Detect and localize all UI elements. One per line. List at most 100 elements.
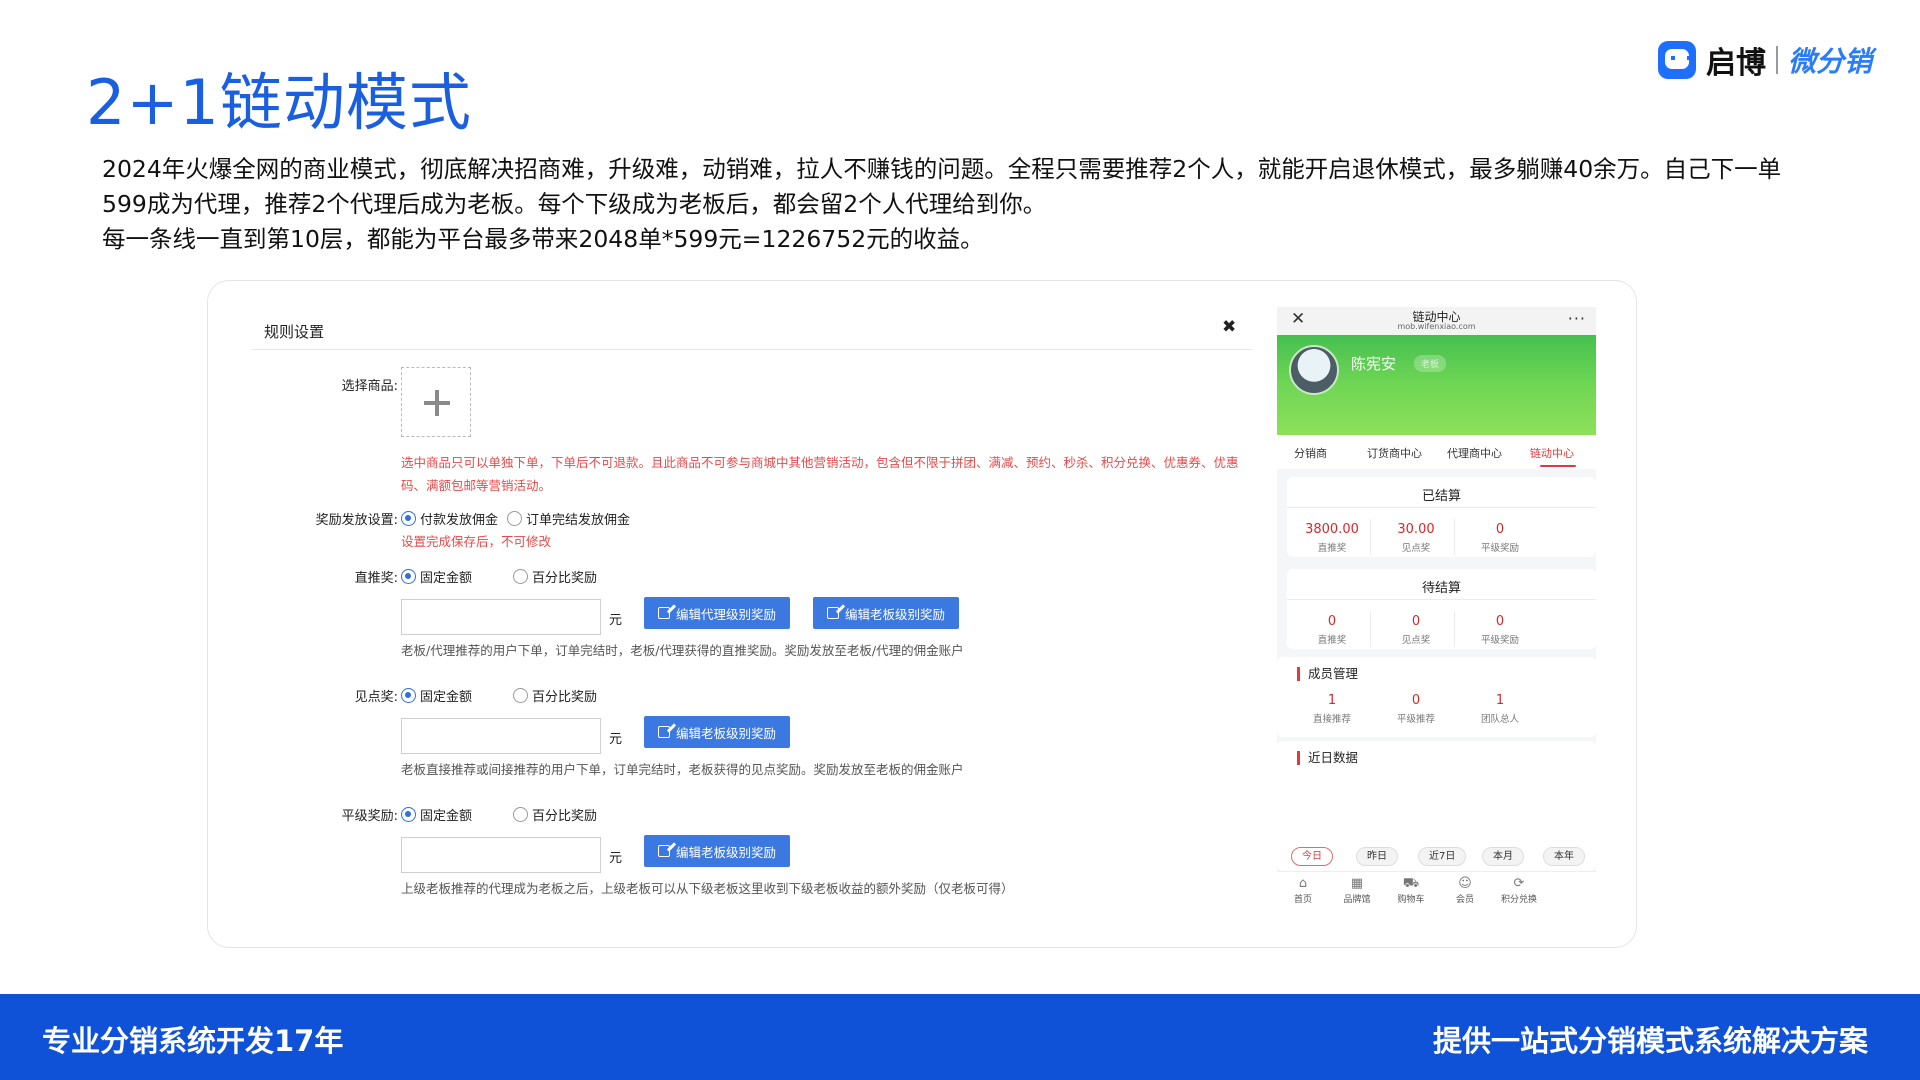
button-label: 编辑代理级别奖励 [676, 606, 777, 622]
radio-pay-commission[interactable]: 付款发放佣金 [401, 509, 498, 528]
brand-subtitle: 微分销 [1787, 45, 1872, 78]
user-name: 陈宪安 [1351, 355, 1397, 373]
radio-label: 固定金额 [420, 809, 473, 824]
home-icon: ⌂ [1298, 876, 1308, 891]
radio-unchecked-icon [513, 569, 528, 584]
level-percent-radio[interactable]: 百分比奖励 [513, 805, 597, 824]
level-reward-help: 上级老板推荐的代理成为老板之后，上级老板可以从下级老板这里收到下级老板收益的额外… [401, 881, 1014, 896]
chip-last-7-days[interactable]: 近7日 [1418, 847, 1467, 866]
chip-yesterday[interactable]: 昨日 [1356, 847, 1398, 866]
pending-point-label: 见点奖 [1401, 635, 1431, 646]
level-fixed-radio[interactable]: 固定金额 [401, 805, 472, 824]
level-unit: 元 [609, 851, 623, 866]
direct-percent-radio[interactable]: 百分比奖励 [513, 567, 597, 586]
slide-title: 2+1链动模式 [86, 66, 472, 139]
members-card: 成员管理 1 直接推荐 0 平级推荐 1 团队总人 [1277, 657, 1596, 737]
radio-label: 百分比奖励 [532, 571, 598, 586]
tab-distributor[interactable]: 分销商 [1294, 445, 1327, 461]
pending-card: 待结算 0 直推奖 0 见点奖 0 平级奖励 [1287, 569, 1596, 649]
point-reward-help: 老板直接推荐或间接推荐的用户下单，订单完结时，老板获得的见点奖励。奖励发放至老板… [401, 762, 964, 777]
radio-checked-icon [401, 807, 416, 822]
pending-title: 待结算 [1421, 581, 1461, 596]
radio-unchecked-icon [513, 807, 528, 822]
members-title: 成员管理 [1297, 667, 1358, 681]
tab-agent-center[interactable]: 代理商中心 [1447, 445, 1502, 461]
user-role-badge: 老板 [1414, 355, 1447, 372]
intro-line: 2024年火爆全网的商业模式，彻底解决招商难，升级难，动销难，拉人不赚钱的问题。… [102, 155, 1782, 183]
reward-note: 设置完成保存后，不可修改 [401, 534, 552, 549]
level-edit-boss-level-reward-button[interactable]: 编辑老板级别奖励 [644, 835, 791, 867]
tab-order-center[interactable]: 订货商中心 [1367, 445, 1422, 461]
edit-agent-level-reward-button[interactable]: 编辑代理级别奖励 [644, 597, 791, 629]
intro-line: 599成为代理，推荐2个代理后成为老板。每个下级成为老板后，都会留2个人代理给到… [102, 190, 1047, 218]
radio-label: 固定金额 [420, 571, 473, 586]
screenshot-panel: 规则设置 ✖ 选择商品: 选中商品只可以单独下单，下单后不可退款。且此商品不可参… [207, 280, 1637, 948]
nav-member[interactable]: ☺ 会员 [1439, 876, 1491, 905]
direct-unit: 元 [609, 613, 623, 628]
nav-cart[interactable]: ⛟ 购物车 [1385, 876, 1437, 905]
radio-unchecked-icon [513, 688, 528, 703]
brand-chat-icon [1657, 41, 1696, 79]
close-icon[interactable]: ✖ [1222, 317, 1236, 337]
card-divider [1287, 507, 1596, 508]
chip-today[interactable]: 今日 [1291, 847, 1333, 866]
edit-icon [827, 607, 839, 619]
radio-label: 付款发放佣金 [420, 513, 499, 528]
nav-brand-hall[interactable]: ▦ 品牌馆 [1331, 876, 1383, 905]
brand-logo: 启博 微分销 [1657, 38, 1872, 82]
edit-icon [658, 845, 670, 857]
point-unit: 元 [609, 732, 623, 747]
radio-order-complete-commission[interactable]: 订单完结发放佣金 [507, 509, 630, 528]
brand-divider [1775, 46, 1778, 74]
avatar[interactable] [1289, 345, 1339, 395]
pending-direct-label: 直推奖 [1317, 635, 1347, 646]
pending-point-value: 0 [1411, 614, 1421, 629]
settled-point-label: 见点奖 [1401, 543, 1431, 554]
product-upload-button[interactable] [401, 367, 471, 437]
member-icon: ☺ [1458, 876, 1472, 891]
active-tab-indicator [1540, 465, 1576, 467]
phone-bottom-nav: ⌂ 首页 ▦ 品牌馆 ⛟ 购物车 ☺ 会员 ⟳ 积分兑换 [1277, 871, 1596, 911]
product-warning: 选中商品只可以单独下单，下单后不可退款。且此商品不可参与商城中其他营销活动，包含… [401, 455, 1239, 493]
footer-right-text: 提供一站式分销模式系统解决方案 [1432, 1024, 1868, 1058]
point-amount-input[interactable] [401, 718, 601, 754]
settled-title: 已结算 [1421, 489, 1461, 504]
radio-checked-icon [401, 511, 416, 526]
settled-direct-value: 3800.00 [1305, 522, 1359, 537]
members-team-value: 1 [1495, 693, 1505, 708]
nav-points-exchange[interactable]: ⟳ 积分兑换 [1493, 876, 1545, 905]
tab-chain-center[interactable]: 链动中心 [1530, 445, 1574, 461]
footer-bar: 专业分销系统开发17年 提供一站式分销模式系统解决方案 [0, 994, 1920, 1080]
point-fixed-radio[interactable]: 固定金额 [401, 686, 472, 705]
button-label: 编辑老板级别奖励 [676, 725, 777, 741]
radio-checked-icon [401, 688, 416, 703]
direct-reward-help: 老板/代理推荐的用户下单，订单完结时，老板/代理获得的直推奖励。奖励发放至老板/… [401, 643, 964, 658]
level-reward-label: 平级奖励: [341, 809, 398, 824]
nav-label: 首页 [1293, 895, 1312, 905]
dialog-title: 规则设置 [264, 323, 325, 341]
card-divider [1287, 599, 1596, 600]
mini-program-title-bar: ✕ 链动中心 mob.wifenxiao.com ··· [1277, 307, 1596, 335]
level-amount-input[interactable] [401, 837, 601, 873]
members-team-label: 团队总人 [1480, 714, 1519, 725]
radio-checked-icon [401, 569, 416, 584]
members-direct-label: 直接推荐 [1312, 714, 1351, 725]
exchange-icon: ⟳ [1513, 876, 1525, 891]
product-label: 选择商品: [341, 379, 398, 394]
members-direct-value: 1 [1327, 693, 1337, 708]
settled-direct-label: 直推奖 [1317, 543, 1347, 554]
chip-this-month[interactable]: 本月 [1482, 847, 1524, 866]
point-edit-boss-level-reward-button[interactable]: 编辑老板级别奖励 [644, 716, 791, 748]
direct-reward-label: 直推奖: [354, 571, 398, 586]
more-icon[interactable]: ··· [1568, 309, 1586, 328]
point-reward-label: 见点奖: [354, 690, 398, 705]
direct-amount-input[interactable] [401, 599, 601, 635]
direct-fixed-radio[interactable]: 固定金额 [401, 567, 472, 586]
nav-home[interactable]: ⌂ 首页 [1277, 876, 1329, 905]
edit-boss-level-reward-button[interactable]: 编辑老板级别奖励 [813, 597, 960, 629]
point-percent-radio[interactable]: 百分比奖励 [513, 686, 597, 705]
phone-page-url: mob.wifenxiao.com [1397, 322, 1476, 331]
radio-label: 百分比奖励 [532, 809, 598, 824]
settled-point-value: 30.00 [1397, 522, 1435, 537]
chip-this-year[interactable]: 本年 [1543, 847, 1585, 866]
